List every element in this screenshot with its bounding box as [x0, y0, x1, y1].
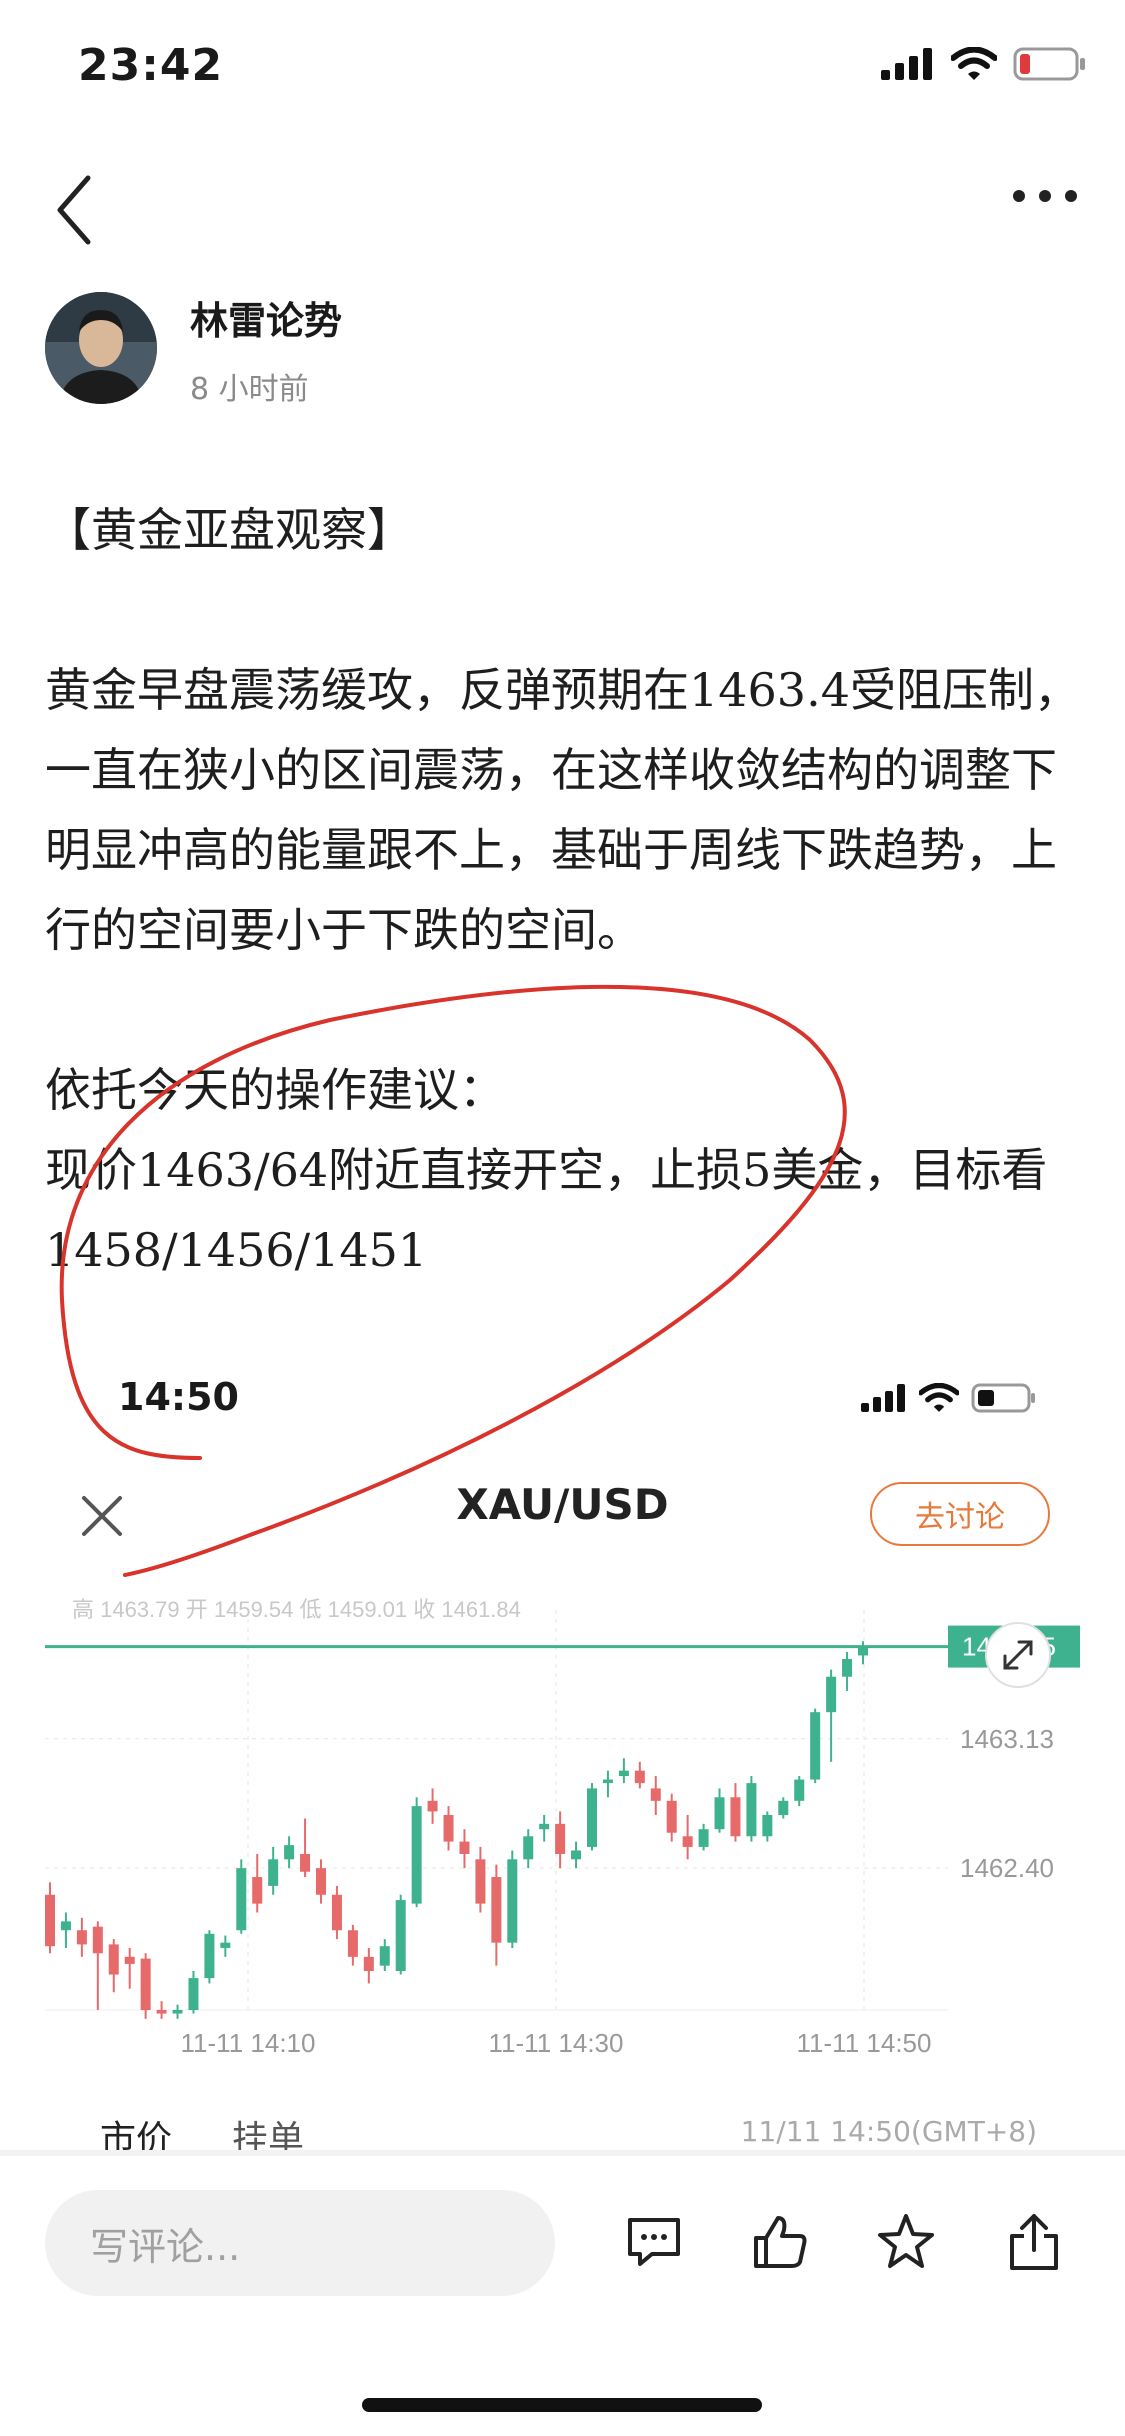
candle	[124, 1947, 135, 1989]
candle	[427, 1788, 438, 1824]
candle	[730, 1783, 741, 1842]
battery-low-icon	[1013, 47, 1085, 81]
wifi-icon	[951, 47, 997, 80]
x-tick-label: 11-11 14:30	[489, 2028, 624, 2058]
y-tick-label: 1462.40	[960, 1853, 1054, 1883]
divider	[0, 2150, 1125, 2156]
author-avatar[interactable]	[45, 292, 157, 404]
candlestick-chart[interactable]: 高 1463.79 开 1459.54 低 1459.01 收 1461.84 …	[0, 1560, 1125, 2080]
candle	[698, 1823, 709, 1851]
candle	[826, 1669, 837, 1762]
post-time: 8 小时前	[190, 372, 309, 407]
candle	[252, 1854, 263, 1913]
candle	[300, 1818, 311, 1878]
cellular-signal-icon	[861, 1384, 905, 1412]
x-tick-label: 11-11 14:50	[797, 2028, 932, 2058]
candle	[666, 1793, 677, 1842]
candle	[602, 1770, 613, 1798]
candle	[172, 2004, 183, 2019]
candle	[459, 1829, 470, 1869]
candle	[618, 1758, 629, 1784]
wifi-icon	[919, 1383, 959, 1412]
discuss-button[interactable]: 去讨论	[870, 1482, 1050, 1546]
candle	[650, 1776, 661, 1815]
candle	[842, 1651, 853, 1691]
article-body: 【黄金亚盘观察】 黄金早盘震荡缓攻，反弹预期在1463.4受阻压制，一直在狭小的…	[45, 490, 1085, 1290]
candle	[284, 1836, 295, 1869]
candle	[587, 1783, 597, 1851]
candle	[714, 1788, 725, 1833]
candle	[539, 1815, 550, 1842]
candle	[491, 1864, 502, 1966]
candle	[395, 1894, 406, 1975]
status-icons	[881, 46, 1087, 82]
candle	[475, 1846, 486, 1913]
candle	[443, 1806, 454, 1851]
article-heading: 【黄金亚盘观察】	[45, 503, 413, 557]
candle	[507, 1850, 518, 1948]
candle	[379, 1939, 390, 1971]
candle	[236, 1859, 247, 1934]
candle	[682, 1815, 693, 1860]
expand-chart-icon[interactable]	[985, 1622, 1051, 1688]
candle	[858, 1641, 868, 1665]
candle	[634, 1761, 645, 1789]
article-paragraph: 现价1463/64附近直接开空，止损5美金，目标看1458/1456/1451	[45, 1143, 1048, 1277]
article-paragraph: 黄金早盘震荡缓攻，反弹预期在1463.4受阻压制，一直在狭小的区间震荡，在这样收…	[45, 663, 1080, 957]
candle	[92, 1921, 103, 2010]
ohlc-summary: 高 1463.79 开 1459.54 低 1459.01 收 1461.84	[72, 1597, 521, 1622]
comment-icon[interactable]	[622, 2210, 686, 2274]
candle	[220, 1935, 231, 1957]
battery-icon	[971, 1383, 1035, 1413]
thumbs-up-icon[interactable]	[748, 2210, 812, 2274]
candle	[316, 1859, 326, 1904]
embedded-status-icons	[861, 1382, 1037, 1414]
x-tick-label: 11-11 14:10	[181, 2028, 316, 2058]
candle	[347, 1924, 358, 1966]
back-chevron-icon[interactable]	[48, 170, 98, 250]
candle	[571, 1841, 582, 1869]
candle	[108, 1939, 119, 1993]
candle	[156, 2001, 167, 2019]
article-paragraph: 依托今天的操作建议：	[45, 1063, 505, 1117]
candle	[45, 1882, 55, 1954]
candle	[331, 1885, 342, 1940]
y-tick-label: 1463.13	[960, 1724, 1054, 1754]
home-indicator	[362, 2398, 762, 2412]
chart-timestamp: 11/11 14:50(GMT+8)	[740, 2115, 1037, 2148]
candle	[140, 1953, 151, 2019]
embedded-status-time: 14:50	[118, 1375, 239, 1419]
candle	[268, 1846, 279, 1895]
comment-input[interactable]: 写评论...	[45, 2190, 555, 2296]
candle	[188, 1971, 199, 2014]
candle	[363, 1947, 374, 1984]
candle	[76, 1917, 87, 1957]
candle	[523, 1829, 534, 1869]
candle	[778, 1797, 789, 1819]
status-time: 23:42	[78, 40, 224, 91]
candle	[555, 1811, 566, 1869]
candle	[794, 1776, 805, 1807]
more-options-icon[interactable]	[1013, 190, 1077, 202]
candle	[810, 1708, 821, 1784]
candle	[60, 1912, 71, 1948]
cellular-signal-icon	[881, 48, 932, 80]
candle	[762, 1811, 773, 1842]
share-icon[interactable]	[1002, 2210, 1066, 2274]
author-name[interactable]: 林雷论势	[190, 290, 342, 345]
candle	[411, 1797, 422, 1908]
candle	[746, 1776, 757, 1842]
candle	[204, 1930, 215, 1984]
star-icon[interactable]	[874, 2210, 938, 2274]
